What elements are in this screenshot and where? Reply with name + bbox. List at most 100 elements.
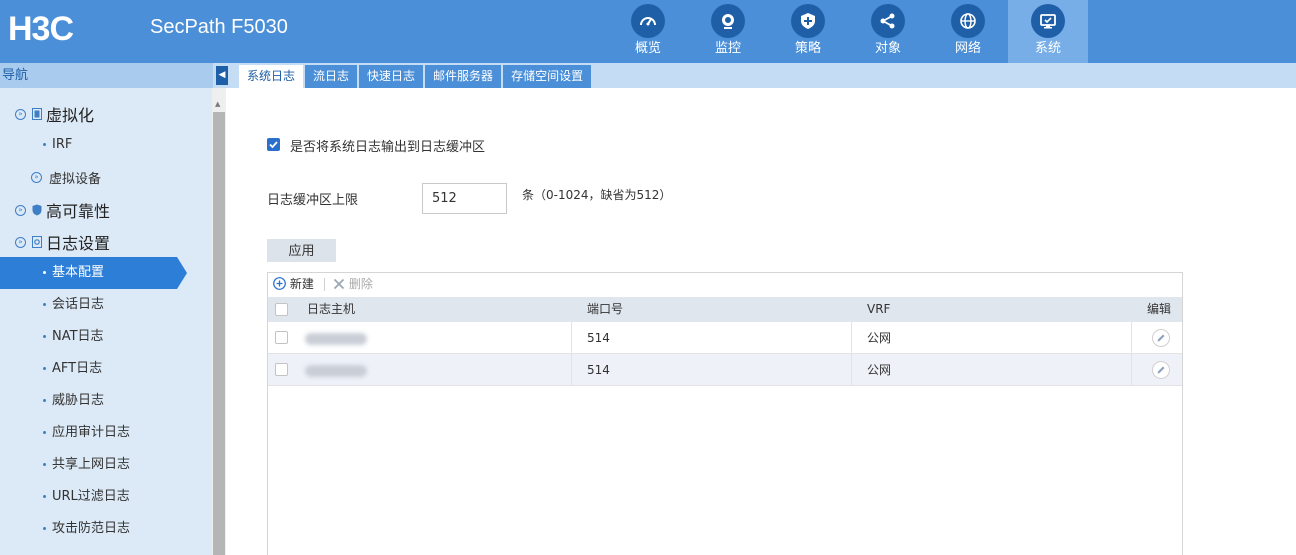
select-all-checkbox[interactable] xyxy=(275,303,288,316)
row-vrf: 公网 xyxy=(867,331,892,345)
collapse-sidebar-icon[interactable]: ◀ xyxy=(216,66,228,85)
sidebar: » 虚拟化 IRF » 虚拟设备 » 高可靠性 » 日志设置 基本配置 会话日志… xyxy=(0,88,212,555)
sidebar-item-session-log[interactable]: 会话日志 xyxy=(0,289,212,321)
expand-icon: » xyxy=(15,108,26,120)
sidebar-item-basic-config[interactable]: 基本配置 xyxy=(0,257,177,289)
speedometer-icon xyxy=(631,4,665,38)
topnav-overview[interactable]: 概览 xyxy=(608,0,688,63)
nav-title: 导航 xyxy=(0,63,213,88)
sidebar-group-label: 日志设置 xyxy=(46,234,111,253)
sidebar-item-url-filter-log[interactable]: URL过滤日志 xyxy=(0,481,212,513)
row-port: 514 xyxy=(587,363,610,377)
column-divider xyxy=(571,322,572,354)
table-row[interactable]: 514 公网 xyxy=(268,354,1182,386)
camera-icon xyxy=(711,4,745,38)
topnav-monitor[interactable]: 监控 xyxy=(688,0,768,63)
svg-text:H3C: H3C xyxy=(8,12,73,44)
topnav-object[interactable]: 对象 xyxy=(848,0,928,63)
topnav-policy[interactable]: 策略 xyxy=(768,0,848,63)
apply-button[interactable]: 应用 xyxy=(267,239,336,262)
bullet-icon xyxy=(43,431,46,434)
column-header-vrf[interactable]: VRF xyxy=(867,297,890,322)
tab-storage-settings[interactable]: 存储空间设置 xyxy=(503,65,592,88)
sidebar-group-log-settings[interactable]: » 日志设置 xyxy=(0,226,212,258)
active-item-pointer xyxy=(177,257,187,289)
sidebar-item-label: NAT日志 xyxy=(52,329,104,344)
shield-plus-icon xyxy=(791,4,825,38)
column-divider xyxy=(1131,354,1132,386)
column-header-edit: 编辑 xyxy=(1147,302,1172,316)
sidebar-item-label: 攻击防范日志 xyxy=(52,521,131,536)
topnav-label: 监控 xyxy=(714,41,741,56)
main-content: 是否将系统日志输出到日志缓冲区 日志缓冲区上限 512 条（0-1024，缺省为… xyxy=(226,88,1296,555)
sidebar-group-virtualization[interactable]: » 虚拟化 xyxy=(0,98,212,130)
topnav-network[interactable]: 网络 xyxy=(928,0,1008,63)
buffer-limit-label: 日志缓冲区上限 xyxy=(267,193,359,208)
delete-icon xyxy=(333,278,345,290)
sidebar-group-high-availability[interactable]: » 高可靠性 xyxy=(0,194,212,226)
bullet-icon xyxy=(43,303,46,306)
column-divider xyxy=(1131,322,1132,354)
sidebar-group-label: 虚拟化 xyxy=(46,106,95,125)
bullet-icon xyxy=(43,271,46,274)
redacted-host xyxy=(305,333,367,345)
sidebar-item-label: 共享上网日志 xyxy=(52,457,131,472)
new-button[interactable]: 新建 xyxy=(273,277,314,292)
delete-button[interactable]: 删除 xyxy=(333,277,373,292)
pencil-icon xyxy=(1157,366,1165,374)
column-header-port[interactable]: 端口号 xyxy=(587,297,623,322)
column-divider xyxy=(571,354,572,386)
topnav-system[interactable]: 系统 xyxy=(1008,0,1088,63)
row-checkbox[interactable] xyxy=(275,331,288,344)
column-header-host[interactable]: 日志主机 xyxy=(307,297,355,322)
sidebar-item-irf[interactable]: IRF xyxy=(0,129,212,161)
topnav-label: 网络 xyxy=(954,41,981,56)
sidebar-item-threat-log[interactable]: 威胁日志 xyxy=(0,385,212,417)
sidebar-item-label: IRF xyxy=(52,137,73,152)
h3c-logo: H3C xyxy=(8,12,74,44)
monitor-icon xyxy=(1031,4,1065,38)
bullet-icon xyxy=(43,335,46,338)
table-row[interactable]: 514 公网 xyxy=(268,322,1182,354)
sidebar-item-aft-log[interactable]: AFT日志 xyxy=(0,353,212,385)
sidebar-item-label: AFT日志 xyxy=(52,361,103,376)
edit-button[interactable] xyxy=(1152,361,1170,379)
edit-button[interactable] xyxy=(1152,329,1170,347)
column-divider xyxy=(851,354,852,386)
tab-flow-log[interactable]: 流日志 xyxy=(305,65,358,88)
row-checkbox[interactable] xyxy=(275,363,288,376)
topnav-label: 对象 xyxy=(874,41,901,56)
virtualization-icon xyxy=(32,108,42,120)
buffer-limit-hint: 条（0-1024，缺省为512） xyxy=(522,188,672,202)
bullet-icon xyxy=(43,399,46,402)
delete-label: 删除 xyxy=(348,277,373,291)
buffer-output-label: 是否将系统日志输出到日志缓冲区 xyxy=(290,140,486,155)
tab-system-log[interactable]: 系统日志 xyxy=(239,65,304,88)
tab-mail-server[interactable]: 邮件服务器 xyxy=(425,65,502,88)
log-settings-icon xyxy=(32,236,42,248)
sidebar-item-attack-defense-log[interactable]: 攻击防范日志 xyxy=(0,513,212,545)
sub-navigation-bar: 导航 ◀ 系统日志 流日志 快速日志 邮件服务器 存储空间设置 xyxy=(0,63,1296,88)
sidebar-item-nat-log[interactable]: NAT日志 xyxy=(0,321,212,353)
add-icon xyxy=(273,277,286,290)
topnav-label: 策略 xyxy=(794,41,821,56)
sidebar-item-label: 虚拟设备 xyxy=(49,171,102,187)
top-navigation: 概览 监控 策略 对象 网络 系统 xyxy=(608,0,1088,63)
share-icon xyxy=(871,4,905,38)
sidebar-item-shared-access-log[interactable]: 共享上网日志 xyxy=(0,449,212,481)
buffer-limit-input[interactable]: 512 xyxy=(422,183,507,214)
pencil-icon xyxy=(1157,334,1165,342)
topnav-label: 系统 xyxy=(1034,41,1061,56)
bullet-icon xyxy=(43,527,46,530)
sidebar-item-virtual-device[interactable]: » 虚拟设备 xyxy=(0,161,212,193)
row-vrf: 公网 xyxy=(867,363,892,377)
tab-fast-log[interactable]: 快速日志 xyxy=(359,65,424,88)
topnav-label: 概览 xyxy=(634,41,661,56)
scroll-up-icon[interactable]: ▲ xyxy=(215,100,220,108)
bullet-icon xyxy=(43,495,46,498)
log-host-table: 新建 删除 日志主机 端口号 VRF 编辑 514 公网 514 公网 xyxy=(267,272,1183,555)
buffer-output-checkbox[interactable] xyxy=(267,138,280,151)
shield-icon xyxy=(32,204,42,216)
sidebar-item-app-audit-log[interactable]: 应用审计日志 xyxy=(0,417,212,449)
sidebar-scroll-thumb[interactable] xyxy=(213,112,225,555)
